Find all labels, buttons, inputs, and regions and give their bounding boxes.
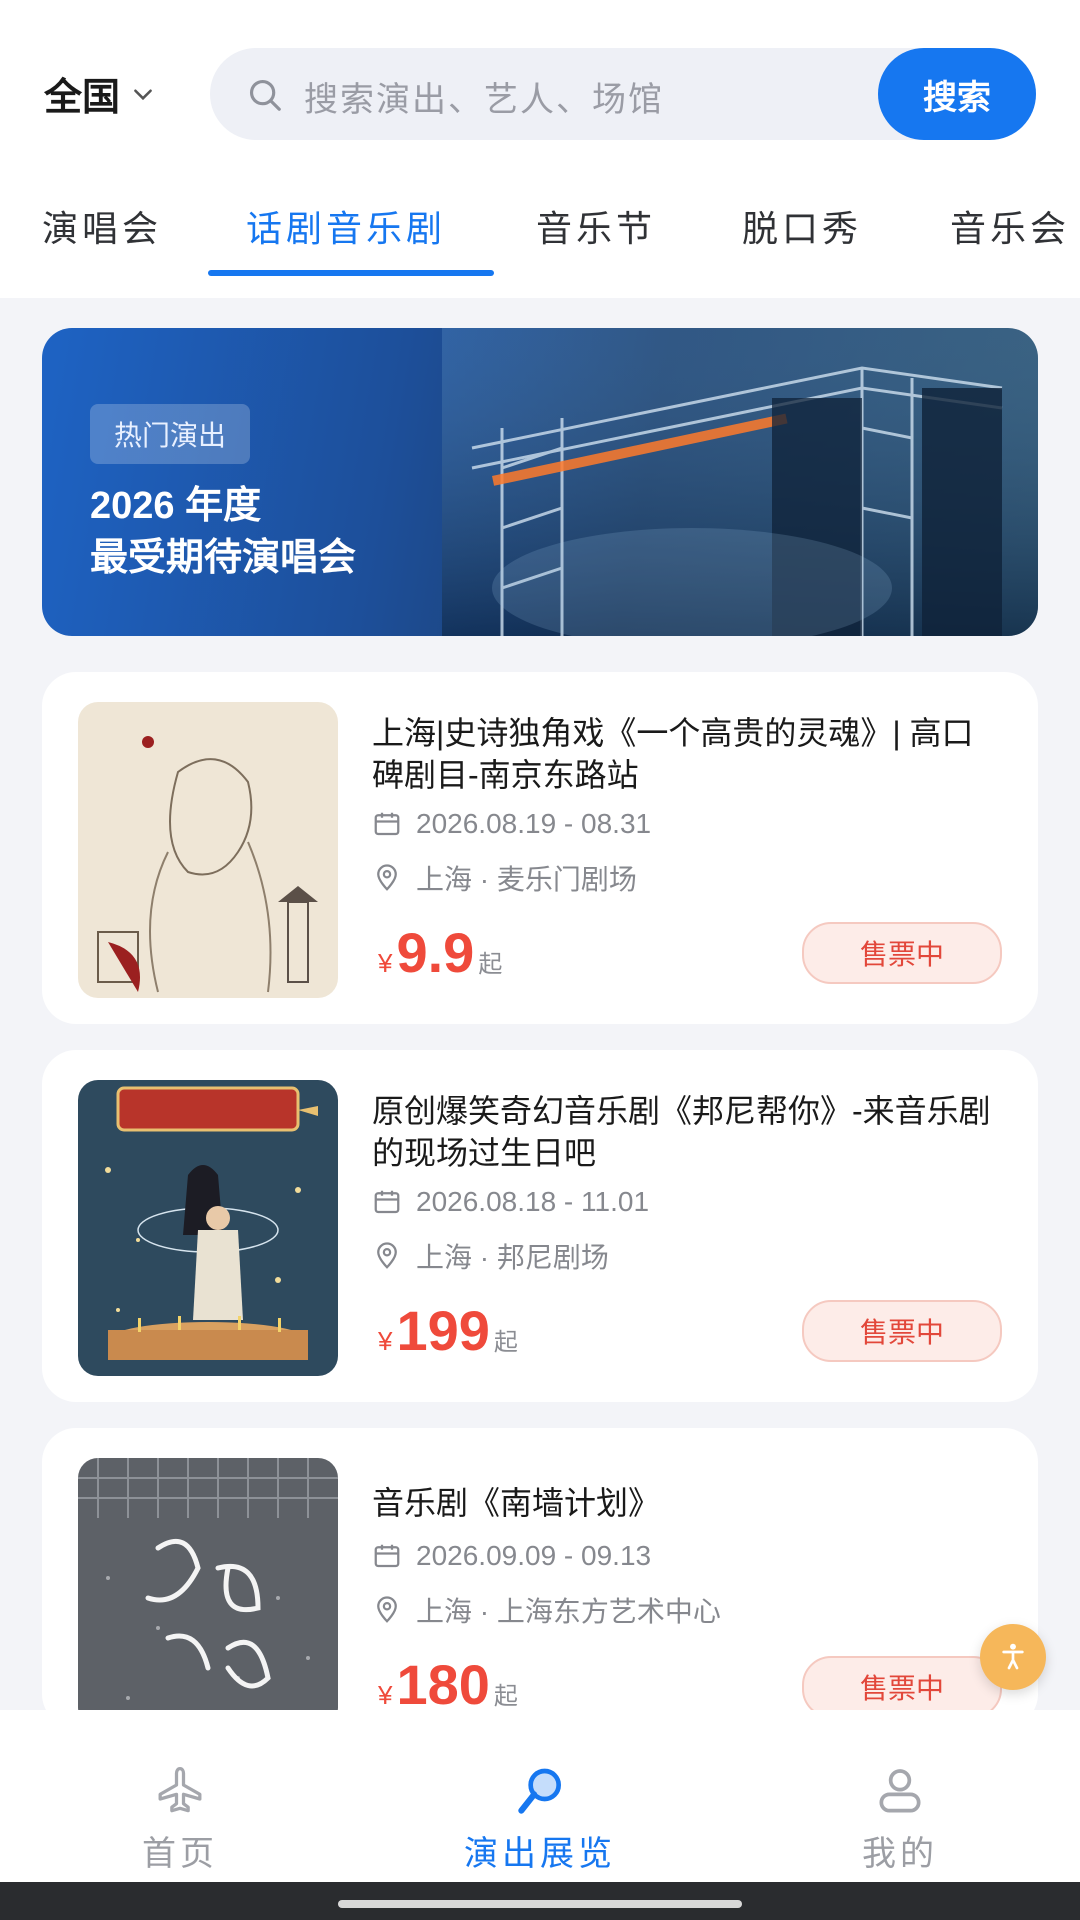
banner-title-line1: 2026 年度	[90, 485, 262, 527]
city-selector[interactable]: 全国	[44, 66, 156, 121]
event-location: 上海 · 麦乐门剧场	[372, 858, 637, 898]
price-suffix: 起	[478, 951, 503, 978]
city-label: 全国	[44, 77, 121, 119]
location-pin-icon	[377, 1242, 397, 1269]
event-title: 原创爆笑奇幻音乐剧《邦尼帮你》-来音乐剧的现场过生日吧	[372, 1093, 991, 1171]
nav-profile[interactable]: 我的	[800, 1710, 1000, 1882]
airplane-icon	[158, 1767, 202, 1813]
nav-shows-label: 演出展览	[464, 1835, 616, 1873]
calendar-icon	[374, 812, 400, 836]
price-currency: ¥	[378, 1680, 393, 1710]
tab-drama-musical[interactable]: 话剧音乐剧	[246, 200, 446, 252]
event-date: 2026.08.19 - 08.31	[372, 808, 651, 840]
stage-truss-image	[442, 328, 1038, 636]
event-price: ¥ 9.9 起	[378, 920, 502, 985]
bottom-navigation: 首页 演出展览 我的	[0, 1710, 1080, 1882]
home-indicator[interactable]	[338, 1900, 742, 1908]
category-tabs: 演唱会 话剧音乐剧 音乐节 脱口秀 音乐会	[0, 190, 1080, 280]
price-value: 180	[396, 1653, 490, 1716]
calendar-icon	[374, 1544, 400, 1568]
price-suffix: 起	[493, 1329, 518, 1356]
event-date-text: 2026.09.09 - 09.13	[416, 1540, 652, 1571]
event-date-text: 2026.08.18 - 11.01	[416, 1186, 650, 1217]
event-card[interactable]: 音乐剧《南墙计划》 2026.09.09 - 09.13 上海 · 上海东方艺术…	[42, 1428, 1038, 1728]
nav-home[interactable]: 首页	[80, 1710, 280, 1882]
price-value: 199	[396, 1299, 490, 1362]
ticket-status-button[interactable]: 售票中	[802, 1656, 1002, 1718]
location-pin-icon	[377, 1596, 397, 1623]
chevron-down-icon	[134, 88, 152, 100]
event-poster-image	[78, 1080, 338, 1376]
event-price: ¥ 180 起	[378, 1652, 518, 1717]
event-location-text: 上海 · 上海东方艺术中心	[416, 1596, 721, 1627]
tab-classical-concert[interactable]: 音乐会	[950, 200, 1070, 252]
price-suffix: 起	[493, 1683, 518, 1710]
event-card[interactable]: 上海|史诗独角戏《一个高贵的灵魂》| 高口碑剧目-南京东路站 2026.08.1…	[42, 672, 1038, 1024]
event-title: 上海|史诗独角戏《一个高贵的灵魂》| 高口碑剧目-南京东路站	[372, 715, 974, 793]
event-location-text: 上海 · 邦尼剧场	[416, 1242, 609, 1273]
price-currency: ¥	[378, 948, 393, 978]
search-icon	[249, 79, 281, 111]
tab-concert[interactable]: 演唱会	[42, 200, 162, 252]
ticket-status-button[interactable]: 售票中	[802, 922, 1002, 984]
calendar-icon	[374, 1190, 400, 1214]
event-date: 2026.09.09 - 09.13	[372, 1540, 651, 1572]
banner-tag: 热门演出	[90, 404, 251, 464]
event-date-text: 2026.08.19 - 08.31	[416, 808, 652, 839]
event-poster-image	[78, 1458, 338, 1728]
event-title: 音乐剧《南墙计划》	[372, 1485, 661, 1521]
event-card[interactable]: 原创爆笑奇幻音乐剧《邦尼帮你》-来音乐剧的现场过生日吧 2026.08.18 -…	[42, 1050, 1038, 1402]
hot-show-banner[interactable]: 热门演出 2026 年度 最受期待演唱会	[42, 328, 1038, 636]
nav-profile-label: 我的	[862, 1835, 938, 1873]
top-header: 全国 搜索演出、艺人、场馆 搜索 演唱会 话剧音乐剧 音乐节 脱口秀 音乐会	[0, 0, 1080, 298]
search-button[interactable]: 搜索	[878, 48, 1036, 140]
person-icon	[879, 1769, 921, 1813]
event-location: 上海 · 邦尼剧场	[372, 1236, 609, 1276]
event-location: 上海 · 上海东方艺术中心	[372, 1590, 721, 1630]
nav-home-label: 首页	[142, 1835, 218, 1873]
accessibility-icon	[1002, 1643, 1024, 1670]
search-placeholder: 搜索演出、艺人、场馆	[304, 81, 664, 119]
event-date: 2026.08.18 - 11.01	[372, 1186, 649, 1218]
nav-shows[interactable]: 演出展览	[440, 1710, 640, 1882]
event-poster-image	[78, 702, 338, 998]
event-location-text: 上海 · 麦乐门剧场	[416, 864, 637, 895]
price-currency: ¥	[378, 1326, 393, 1356]
search-bar[interactable]: 搜索演出、艺人、场馆 搜索	[210, 48, 1036, 140]
event-price: ¥ 199 起	[378, 1298, 518, 1363]
accessibility-button[interactable]	[980, 1624, 1046, 1690]
system-gesture-bar	[0, 1882, 1080, 1920]
tab-standup[interactable]: 脱口秀	[742, 200, 862, 252]
location-pin-icon	[377, 864, 397, 891]
microphone-icon	[518, 1768, 561, 1814]
tab-music-festival[interactable]: 音乐节	[536, 200, 656, 252]
active-tab-indicator	[208, 270, 494, 276]
banner-title-line2: 最受期待演唱会	[90, 537, 357, 579]
price-value: 9.9	[396, 921, 475, 984]
ticket-status-button[interactable]: 售票中	[802, 1300, 1002, 1362]
